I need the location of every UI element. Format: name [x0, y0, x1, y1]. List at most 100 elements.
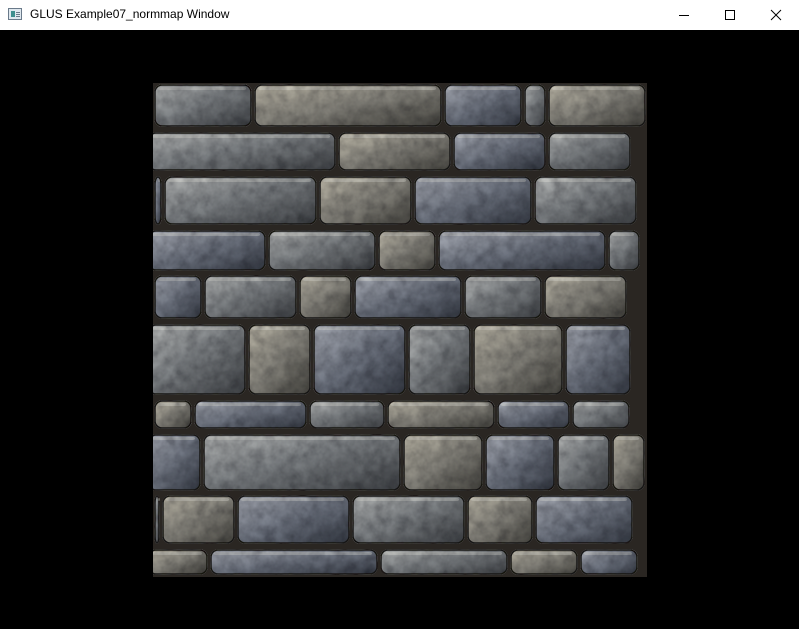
stone-brick [464, 275, 542, 319]
close-icon [770, 9, 782, 21]
stone-highlight [514, 552, 572, 555]
stone-highlight [569, 327, 625, 330]
stone-highlight [382, 233, 430, 236]
stone-brick [268, 230, 376, 271]
app-window: GLUS Example07_normmap Window [0, 0, 799, 629]
stone-highlight [158, 87, 246, 90]
title-bar[interactable]: GLUS Example07_normmap Window [0, 0, 799, 30]
stone-highlight [358, 278, 456, 281]
stone-highlight [303, 278, 346, 281]
stone-highlight [612, 233, 634, 236]
stone-highlight [391, 403, 489, 406]
stone-highlight [442, 233, 600, 236]
stone-highlight [552, 87, 640, 90]
stone-brick [254, 84, 442, 127]
stone-brick [467, 495, 533, 544]
minimize-button[interactable] [661, 0, 707, 30]
stone-highlight [457, 135, 540, 138]
stone-brick [524, 84, 546, 127]
stone-highlight [241, 498, 344, 501]
stone-highlight [448, 87, 516, 90]
stone-highlight [384, 552, 502, 555]
stone-brick [154, 275, 202, 319]
stone-brick [237, 495, 350, 544]
stone-highlight [153, 327, 240, 330]
stone-highlight [153, 233, 260, 236]
stone-highlight [207, 437, 395, 440]
opengl-window-icon[interactable] [8, 8, 22, 20]
stone-highlight [548, 278, 621, 281]
stone-highlight [323, 179, 406, 182]
stone-bricks [153, 84, 646, 575]
stone-highlight [528, 87, 540, 90]
stone-brick [403, 434, 483, 491]
stone-highlight [489, 437, 549, 440]
stone-highlight [166, 498, 229, 501]
stone-highlight [158, 179, 160, 182]
stone-brick [608, 230, 640, 271]
stone-brick [544, 275, 627, 319]
stone-brick [535, 495, 633, 544]
stone-highlight [538, 179, 631, 182]
stone-brick [534, 176, 637, 225]
stone-highlight [471, 498, 527, 501]
stone-brick [352, 495, 465, 544]
stone-brick [153, 324, 246, 395]
stone-brick [162, 495, 235, 544]
stone-highlight [313, 403, 379, 406]
stone-brick [612, 434, 645, 491]
stone-highlight [616, 437, 639, 440]
stone-brick [248, 324, 311, 395]
close-button[interactable] [753, 0, 799, 30]
stone-highlight [342, 135, 445, 138]
maximize-icon [725, 10, 735, 20]
stone-brick [299, 275, 352, 319]
stone-brick [473, 324, 563, 395]
stone-highlight [317, 327, 400, 330]
stone-brick [485, 434, 555, 491]
stone-highlight [153, 552, 202, 555]
stone-highlight [198, 403, 301, 406]
stone-highlight [501, 403, 564, 406]
stone-brick [154, 84, 252, 127]
stone-highlight [158, 403, 186, 406]
stone-highlight [552, 135, 625, 138]
stone-highlight [252, 327, 305, 330]
stone-brick [414, 176, 532, 225]
stone-highlight [258, 87, 436, 90]
render-viewport[interactable] [0, 30, 799, 629]
stone-brick [444, 84, 522, 127]
stone-highlight [168, 179, 311, 182]
stone-highlight [468, 278, 536, 281]
stone-highlight [153, 135, 330, 138]
stone-brick [565, 324, 631, 395]
stone-wall-texture [153, 83, 647, 577]
stone-highlight [208, 278, 291, 281]
stone-brick [438, 230, 606, 271]
stone-highlight [539, 498, 627, 501]
stone-highlight [576, 403, 624, 406]
stone-highlight [407, 437, 477, 440]
window-title: GLUS Example07_normmap Window [30, 7, 230, 21]
stone-highlight [214, 552, 372, 555]
stone-highlight [158, 498, 160, 501]
stone-brick [164, 176, 317, 225]
stone-brick [154, 495, 160, 544]
stone-highlight [158, 278, 196, 281]
stone-highlight [418, 179, 526, 182]
stone-brick [319, 176, 412, 225]
stone-brick [313, 324, 406, 395]
stone-highlight [584, 552, 632, 555]
minimize-icon [679, 15, 689, 16]
stone-brick [203, 434, 401, 491]
stone-brick [154, 176, 162, 225]
stone-brick [453, 132, 546, 171]
stone-highlight [356, 498, 459, 501]
stone-brick [557, 434, 610, 491]
stone-brick [548, 84, 646, 127]
stone-brick [153, 230, 266, 271]
stone-brick [408, 324, 471, 395]
stone-highlight [477, 327, 557, 330]
stone-highlight [561, 437, 604, 440]
maximize-button[interactable] [707, 0, 753, 30]
